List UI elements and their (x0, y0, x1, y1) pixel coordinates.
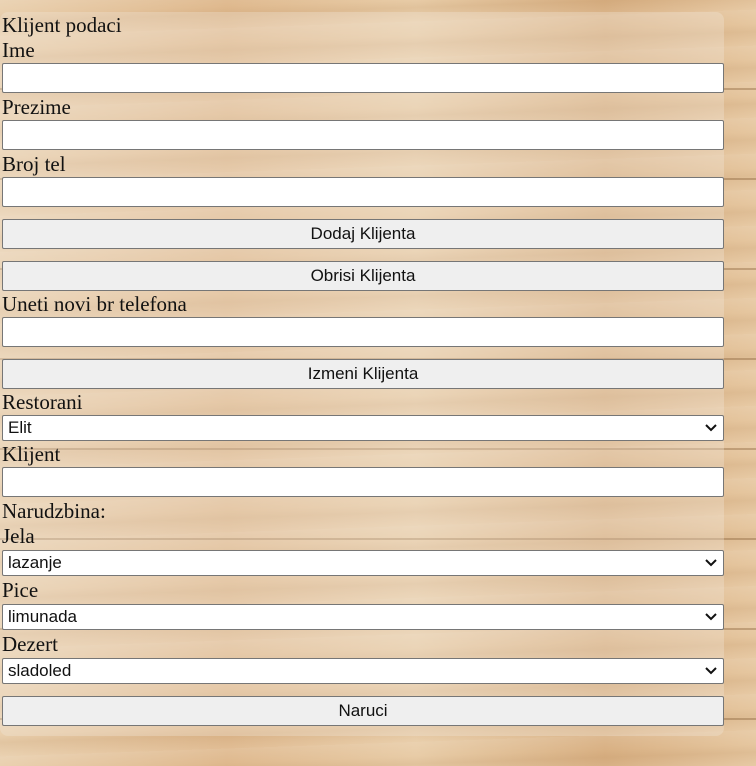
restorani-select[interactable]: Elit (2, 415, 724, 441)
naruci-button[interactable]: Naruci (2, 696, 724, 726)
prezime-label: Prezime (2, 95, 71, 119)
chevron-down-icon (705, 667, 717, 675)
dezert-label: Dezert (2, 632, 58, 656)
prezime-input[interactable] (2, 120, 724, 150)
broj-tel-input[interactable] (2, 177, 724, 207)
jela-label: Jela (2, 524, 35, 548)
pice-label: Pice (2, 578, 39, 602)
broj-tel-label: Broj tel (2, 152, 66, 176)
restorani-selected-value: Elit (8, 418, 32, 437)
novi-tel-label: Uneti novi br telefona (2, 292, 187, 316)
jela-select[interactable]: lazanje (2, 550, 724, 576)
ime-input[interactable] (2, 63, 724, 93)
chevron-down-icon (705, 424, 717, 432)
ime-label: Ime (2, 38, 35, 62)
obrisi-klijenta-button[interactable]: Obrisi Klijenta (2, 261, 724, 291)
dezert-select[interactable]: sladoled (2, 658, 724, 684)
pice-select[interactable]: limunada (2, 604, 724, 630)
pice-selected-value: limunada (8, 607, 77, 626)
jela-selected-value: lazanje (8, 553, 62, 572)
dezert-selected-value: sladoled (8, 661, 72, 680)
dodaj-klijenta-button[interactable]: Dodaj Klijenta (2, 219, 724, 249)
izmeni-klijenta-button[interactable]: Izmeni Klijenta (2, 359, 724, 389)
client-form: Klijent podaci Ime Prezime Broj tel Doda… (2, 14, 724, 726)
klijent-input[interactable] (2, 467, 724, 497)
restorani-label: Restorani (2, 390, 83, 414)
chevron-down-icon (705, 613, 717, 621)
form-heading: Klijent podaci (2, 13, 122, 37)
chevron-down-icon (705, 559, 717, 567)
narudzbina-label: Narudzbina: (2, 499, 106, 523)
novi-tel-input[interactable] (2, 317, 724, 347)
klijent-label: Klijent (2, 442, 61, 466)
